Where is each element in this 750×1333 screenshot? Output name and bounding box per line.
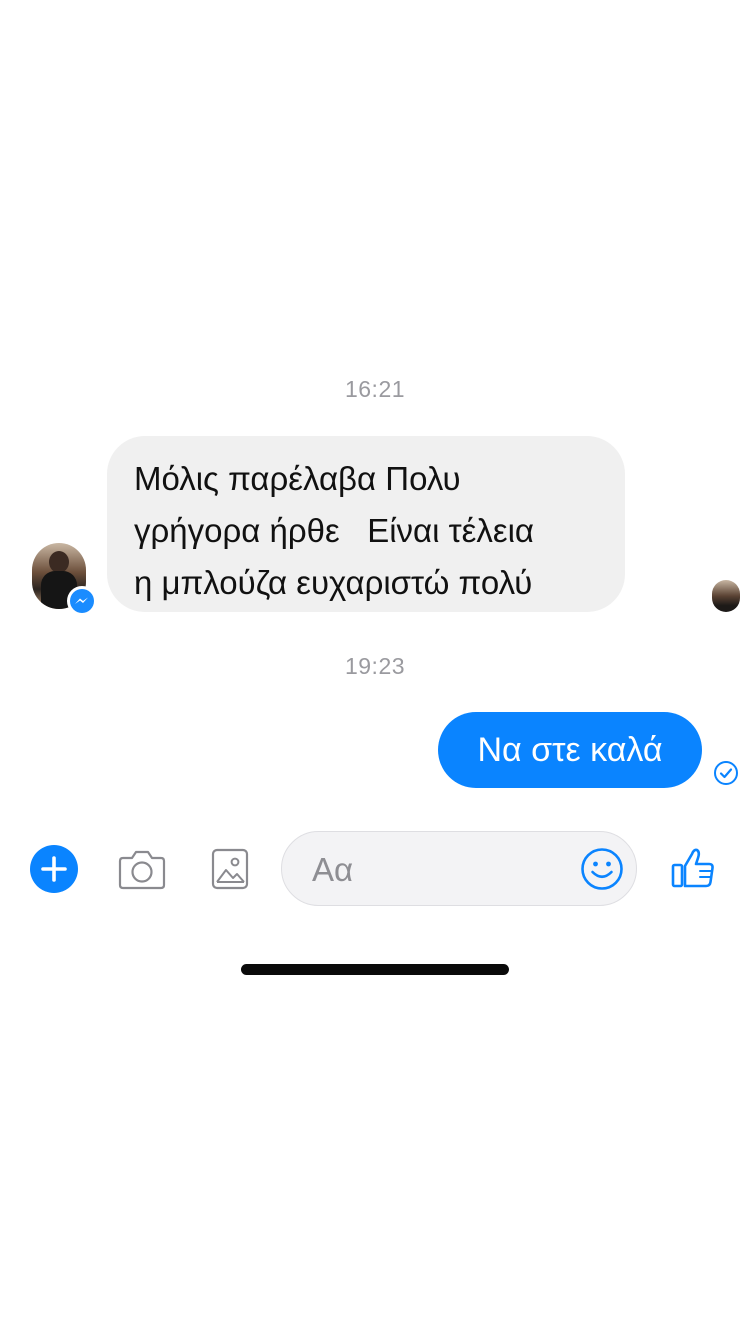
plus-icon[interactable] [30, 845, 78, 893]
messenger-badge [67, 586, 97, 616]
message-line: η μπλούζα ευχαριστώ πολύ [134, 564, 533, 601]
incoming-message-bubble[interactable]: Μόλις παρέλαβα Πολυ γρήγορα ήρθε Είναι τ… [107, 436, 625, 612]
messenger-icon [70, 589, 94, 613]
message-line: Μόλις παρέλαβα Πολυ [134, 460, 461, 497]
smiley-icon[interactable] [580, 847, 624, 891]
home-indicator[interactable] [241, 964, 509, 975]
message-input[interactable] [310, 846, 564, 894]
outgoing-message-bubble[interactable]: Να στε καλά [438, 712, 702, 788]
image-icon[interactable] [211, 848, 249, 890]
avatar-head [49, 551, 69, 573]
camera-icon[interactable] [118, 848, 166, 890]
timestamp: 16:21 [344, 376, 406, 402]
timestamp: 19:23 [344, 653, 406, 679]
check-circle-icon [714, 761, 738, 785]
message-line: γρήγορα ήρθε Είναι τέλεια [134, 512, 534, 549]
thumbs-up-icon[interactable] [670, 844, 716, 890]
message-composer[interactable] [281, 831, 637, 906]
read-receipt-avatar [712, 580, 740, 612]
